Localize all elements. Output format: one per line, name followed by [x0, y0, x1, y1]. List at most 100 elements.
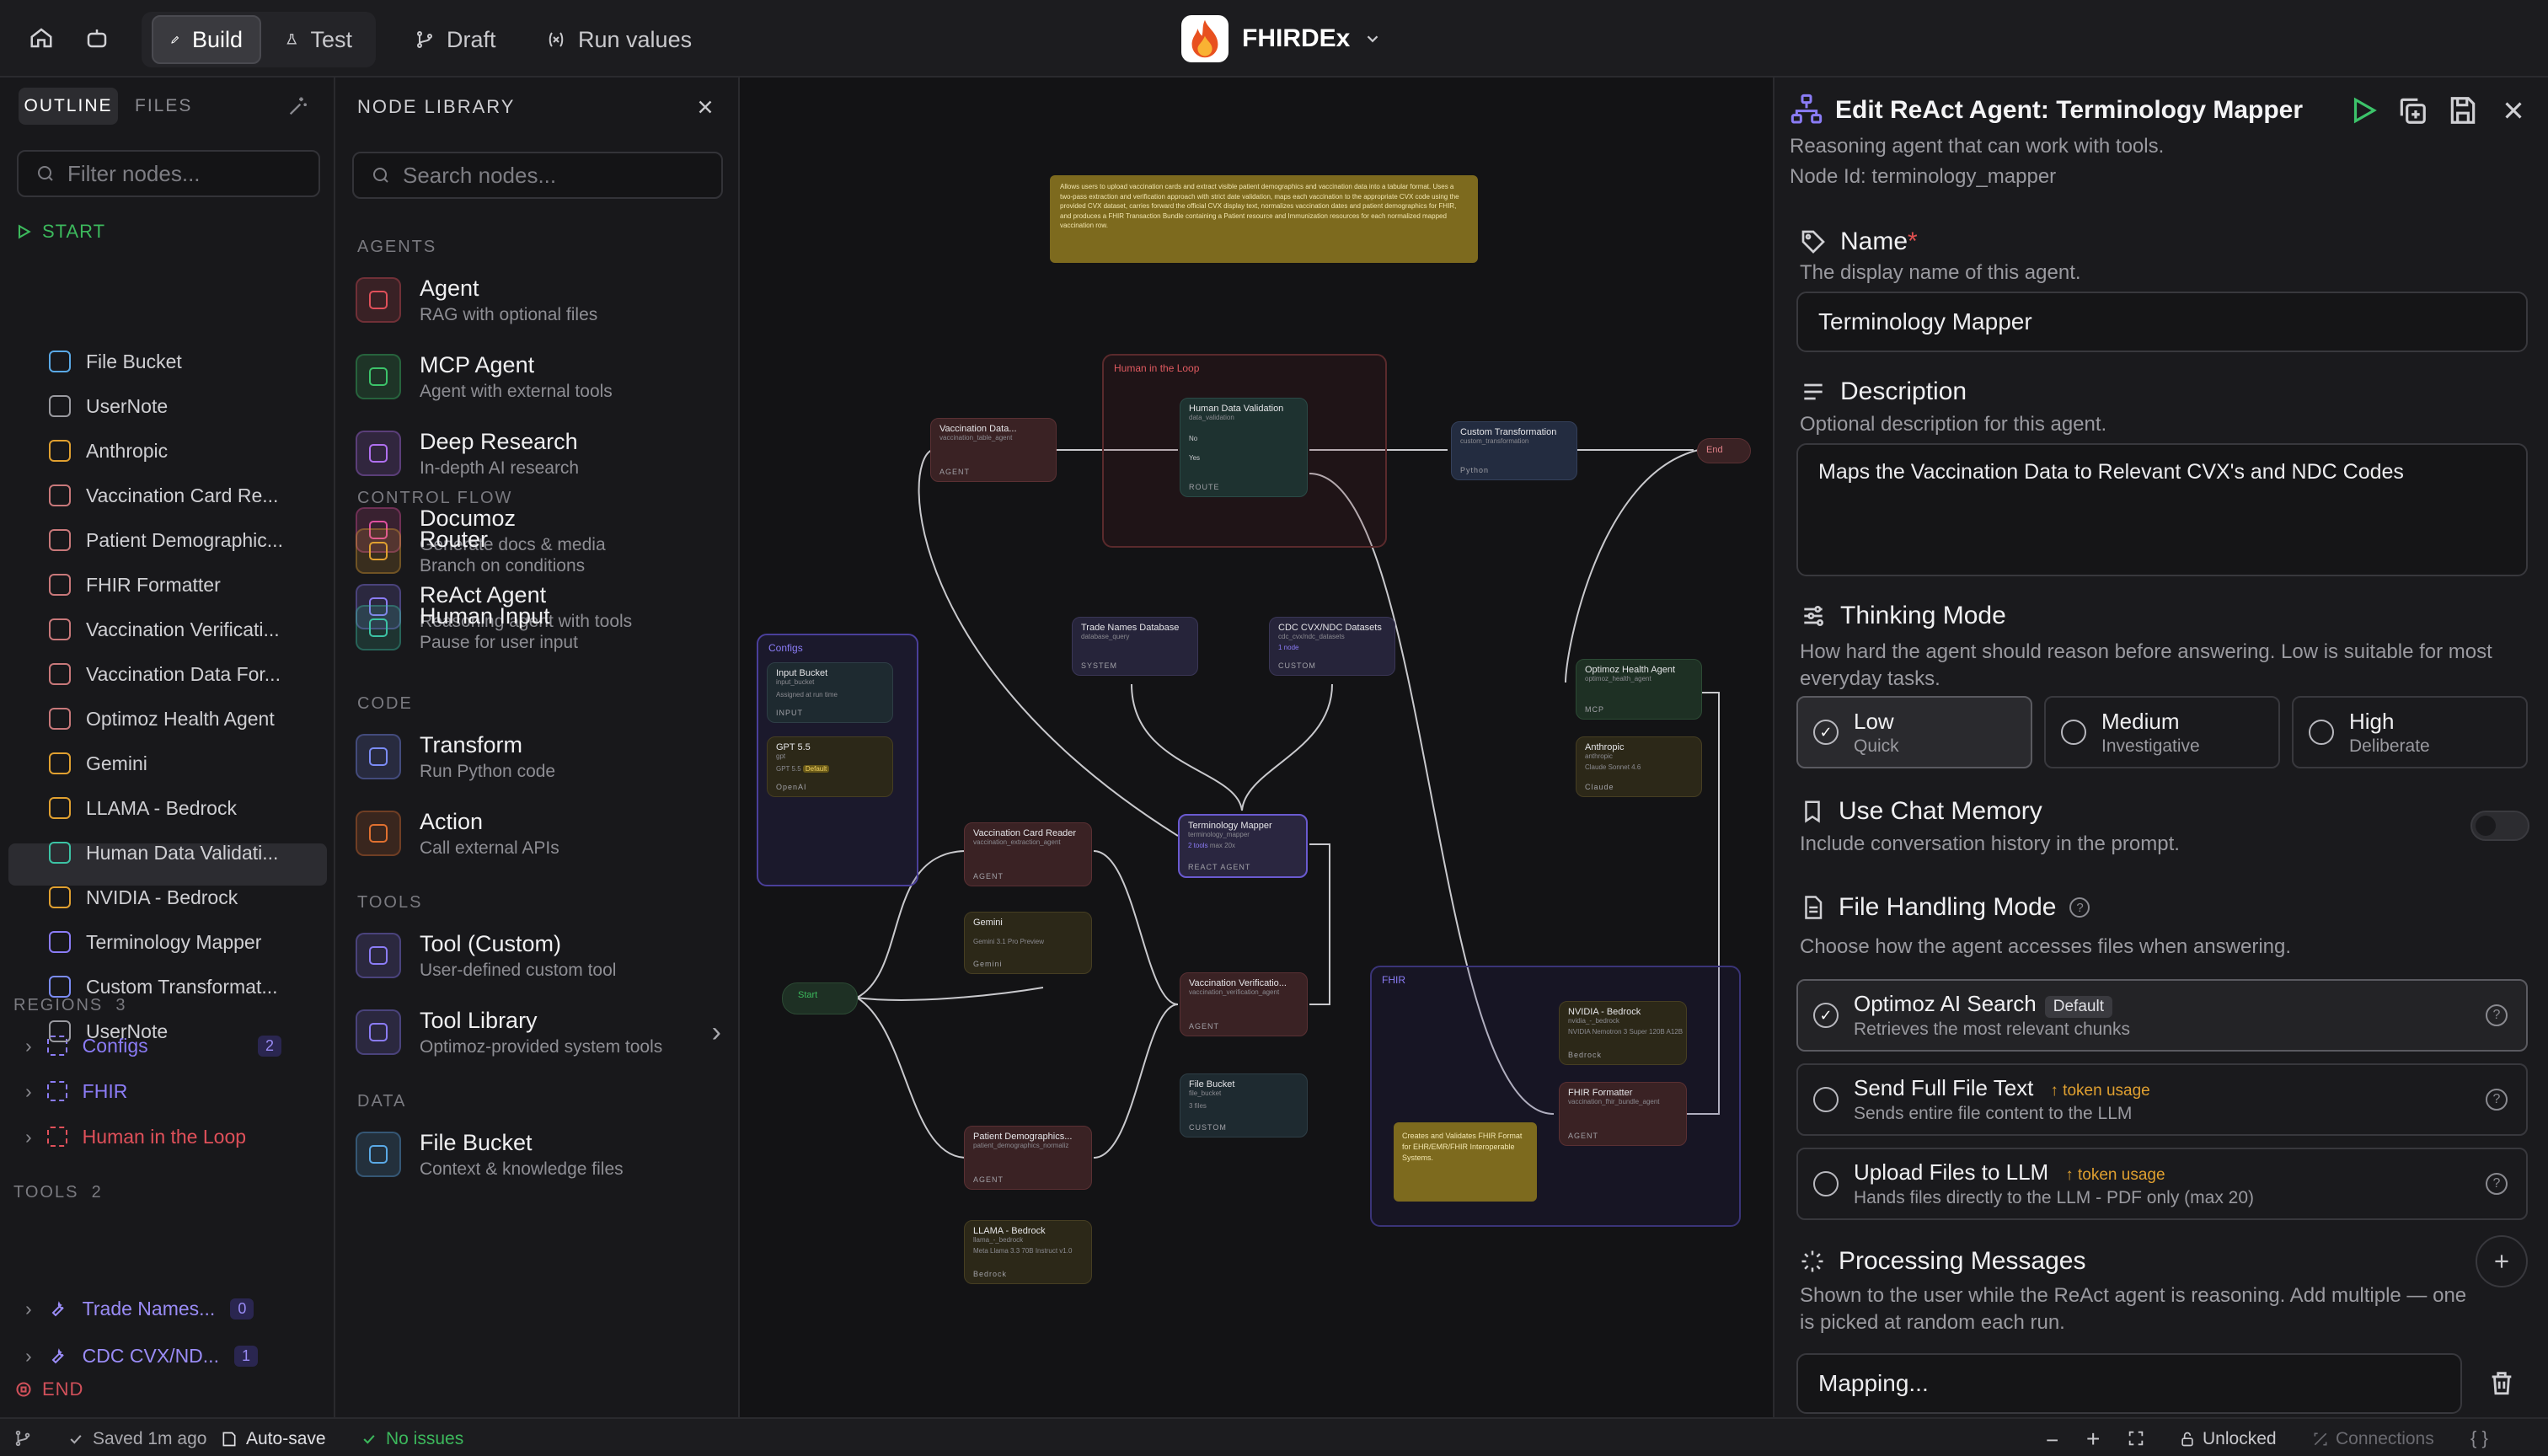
code-icon[interactable]: { }: [2470, 1427, 2488, 1449]
chat-memory-toggle[interactable]: [2470, 811, 2529, 841]
node-gpt[interactable]: GPT 5.5 gpt GPT 5.5 Default OpenAI: [767, 736, 893, 797]
node-cdc-datasets[interactable]: CDC CVX/NDC Datasets cdc_cvx/ndc_dataset…: [1269, 617, 1395, 676]
outline-item[interactable]: Vaccination Data For...: [49, 653, 281, 695]
end-item[interactable]: END: [15, 1378, 83, 1400]
bot-icon[interactable]: [84, 25, 110, 51]
filter-nodes-input[interactable]: Filter nodes...: [17, 150, 320, 197]
issues-status[interactable]: No issues: [361, 1429, 463, 1449]
node-start[interactable]: Start: [782, 982, 858, 1014]
outline-item[interactable]: Vaccination Verificati...: [49, 608, 280, 650]
workflow-note[interactable]: Allows users to upload vaccination cards…: [1050, 175, 1478, 263]
node-trade-names-database[interactable]: Trade Names Database database_query SYST…: [1072, 617, 1198, 676]
node-human-data-validation[interactable]: Human Data Validation data_validation No…: [1180, 398, 1308, 497]
name-input[interactable]: Terminology Mapper: [1796, 292, 2528, 352]
library-item[interactable]: File Bucket Context & knowledge files: [356, 1121, 726, 1188]
search-nodes-input[interactable]: Search nodes...: [352, 152, 723, 199]
library-item[interactable]: Agent RAG with optional files: [356, 266, 726, 334]
trash-icon[interactable]: [2487, 1368, 2516, 1401]
start-item[interactable]: START: [15, 221, 105, 243]
outline-item[interactable]: UserNote: [49, 1010, 168, 1052]
lock-toggle[interactable]: Unlocked: [2179, 1429, 2277, 1449]
help-icon[interactable]: ?: [2486, 1089, 2508, 1111]
library-item[interactable]: Router Branch on conditions: [356, 517, 726, 585]
processing-message-input[interactable]: Mapping...: [1796, 1353, 2462, 1414]
node-terminology-mapper[interactable]: Terminology Mapper terminology_mapper 2 …: [1178, 814, 1308, 878]
outline-item[interactable]: Optimoz Health Agent: [49, 698, 275, 740]
node-fhir-formatter[interactable]: FHIR Formatter vaccination_fhir_bundle_a…: [1559, 1082, 1687, 1146]
test-button[interactable]: Test: [268, 15, 369, 64]
outline-item[interactable]: Vaccination Card Re...: [49, 474, 278, 517]
flow-canvas[interactable]: Allows users to upload vaccination cards…: [740, 78, 1773, 1417]
library-item[interactable]: Human Input Pause for user input: [356, 594, 726, 661]
autosave-toggle[interactable]: Auto-save: [221, 1429, 326, 1449]
thinking-option[interactable]: Medium Investigative: [2044, 696, 2280, 768]
help-icon[interactable]: ?: [2069, 897, 2090, 918]
node-custom-transformation[interactable]: Custom Transformation custom_transformat…: [1451, 421, 1577, 480]
node-end[interactable]: End: [1697, 438, 1751, 463]
node-anthropic[interactable]: Anthropic anthropic Claude Sonnet 4.6 Cl…: [1576, 736, 1702, 797]
thinking-option[interactable]: High Deliberate: [2292, 696, 2528, 768]
file-handling-option[interactable]: Upload Files to LLM ↑ token usage Hands fi…: [1796, 1148, 2528, 1220]
outline-item[interactable]: NVIDIA - Bedrock: [49, 876, 238, 918]
zoom-out-icon[interactable]: −: [2046, 1427, 2058, 1453]
file-handling-option[interactable]: Send Full File Text ↑ token usage Sends en…: [1796, 1063, 2528, 1136]
outline-item[interactable]: Patient Demographic...: [49, 519, 283, 561]
tab-files[interactable]: FILES: [135, 88, 192, 125]
fit-view-icon[interactable]: [2127, 1429, 2145, 1453]
run-values-button[interactable]: Run values: [529, 15, 709, 64]
library-item[interactable]: Deep Research In-depth AI research: [356, 420, 726, 487]
node-vaccination-verification[interactable]: Vaccination Verificatio... vaccination_v…: [1180, 972, 1308, 1036]
fhir-note[interactable]: Creates and Validates FHIR Format for EH…: [1394, 1122, 1537, 1202]
duplicate-icon[interactable]: [2396, 94, 2428, 131]
chevron-right-icon: ›: [25, 1297, 32, 1320]
outline-item[interactable]: Anthropic: [49, 430, 168, 472]
outline-item[interactable]: FHIR Formatter: [49, 564, 221, 606]
thinking-option[interactable]: ✓ Low Quick: [1796, 696, 2032, 768]
node-type-icon: [49, 574, 71, 596]
library-item[interactable]: Tool (Custom) User-defined custom tool: [356, 922, 726, 989]
zoom-in-icon[interactable]: +: [2086, 1426, 2100, 1453]
outline-item[interactable]: File Bucket: [49, 340, 182, 383]
library-item[interactable]: Action Call external APIs: [356, 800, 726, 867]
node-file-bucket[interactable]: File Bucket file_bucket 3 files CUSTOM: [1180, 1073, 1308, 1138]
close-library-icon[interactable]: [694, 96, 716, 122]
outline-item[interactable]: UserNote: [49, 385, 168, 427]
build-button[interactable]: Build: [152, 15, 261, 64]
home-icon[interactable]: [29, 25, 54, 51]
add-message-button[interactable]: [2476, 1235, 2528, 1287]
node-patient-demographics[interactable]: Patient Demographics... patient_demograp…: [964, 1126, 1092, 1190]
library-item[interactable]: Transform Run Python code: [356, 723, 726, 790]
region-item[interactable]: › FHIR: [25, 1070, 127, 1112]
tab-outline[interactable]: OUTLINE: [19, 88, 118, 125]
library-item[interactable]: Tool Library Optimoz-provided system tool…: [356, 998, 726, 1066]
run-node-icon[interactable]: [2347, 94, 2379, 131]
close-editor-icon[interactable]: [2499, 96, 2528, 129]
tool-item[interactable]: › CDC CVX/ND... 1: [25, 1335, 258, 1377]
app-switcher[interactable]: FHIRDEx: [1181, 13, 1382, 64]
outline-item[interactable]: Terminology Mapper: [49, 921, 261, 963]
outline-item[interactable]: Human Data Validati...: [49, 832, 278, 874]
node-gemini[interactable]: Gemini Gemini 3.1 Pro Preview Gemini: [964, 912, 1092, 974]
tool-item[interactable]: › Trade Names... 0: [25, 1287, 254, 1330]
library-item[interactable]: MCP Agent Agent with external tools: [356, 343, 726, 410]
node-vaccination-card-reader[interactable]: Vaccination Card Reader vaccination_extr…: [964, 822, 1092, 886]
outline-item[interactable]: Gemini: [49, 742, 147, 784]
save-icon[interactable]: [2447, 94, 2479, 131]
node-input-bucket[interactable]: Input Bucket input_bucket Assigned at ru…: [767, 662, 893, 723]
description-textarea[interactable]: Maps the Vaccination Data to Relevant CV…: [1796, 443, 2528, 576]
file-handling-option[interactable]: ✓ Optimoz AI Search Default Retrieves the m…: [1796, 979, 2528, 1052]
connections-toggle[interactable]: Connections: [2312, 1429, 2434, 1449]
node-vaccination-data-formatter[interactable]: Vaccination Data... vaccination_table_ag…: [930, 418, 1057, 482]
help-icon[interactable]: ?: [2486, 1004, 2508, 1026]
node-llama-bedrock[interactable]: LLAMA - Bedrock llama_-_bedrock Meta Lla…: [964, 1220, 1092, 1284]
draft-button[interactable]: Draft: [398, 15, 513, 64]
outline-item[interactable]: LLAMA - Bedrock: [49, 787, 237, 829]
node-optimoz-health-agent[interactable]: Optimoz Health Agent optimoz_health_agen…: [1576, 659, 1702, 720]
sparkle-icon[interactable]: [286, 94, 310, 122]
outline-item[interactable]: Custom Transformat...: [49, 966, 278, 1008]
node-nvidia-bedrock[interactable]: NVIDIA - Bedrock nvidia_-_bedrock NVIDIA…: [1559, 1001, 1687, 1065]
region-item[interactable]: › Human in the Loop: [25, 1116, 246, 1158]
play-icon: [18, 224, 31, 239]
node-editor-panel: Edit ReAct Agent: Terminology Mapper Rea…: [1773, 78, 2548, 1417]
help-icon[interactable]: ?: [2486, 1173, 2508, 1195]
